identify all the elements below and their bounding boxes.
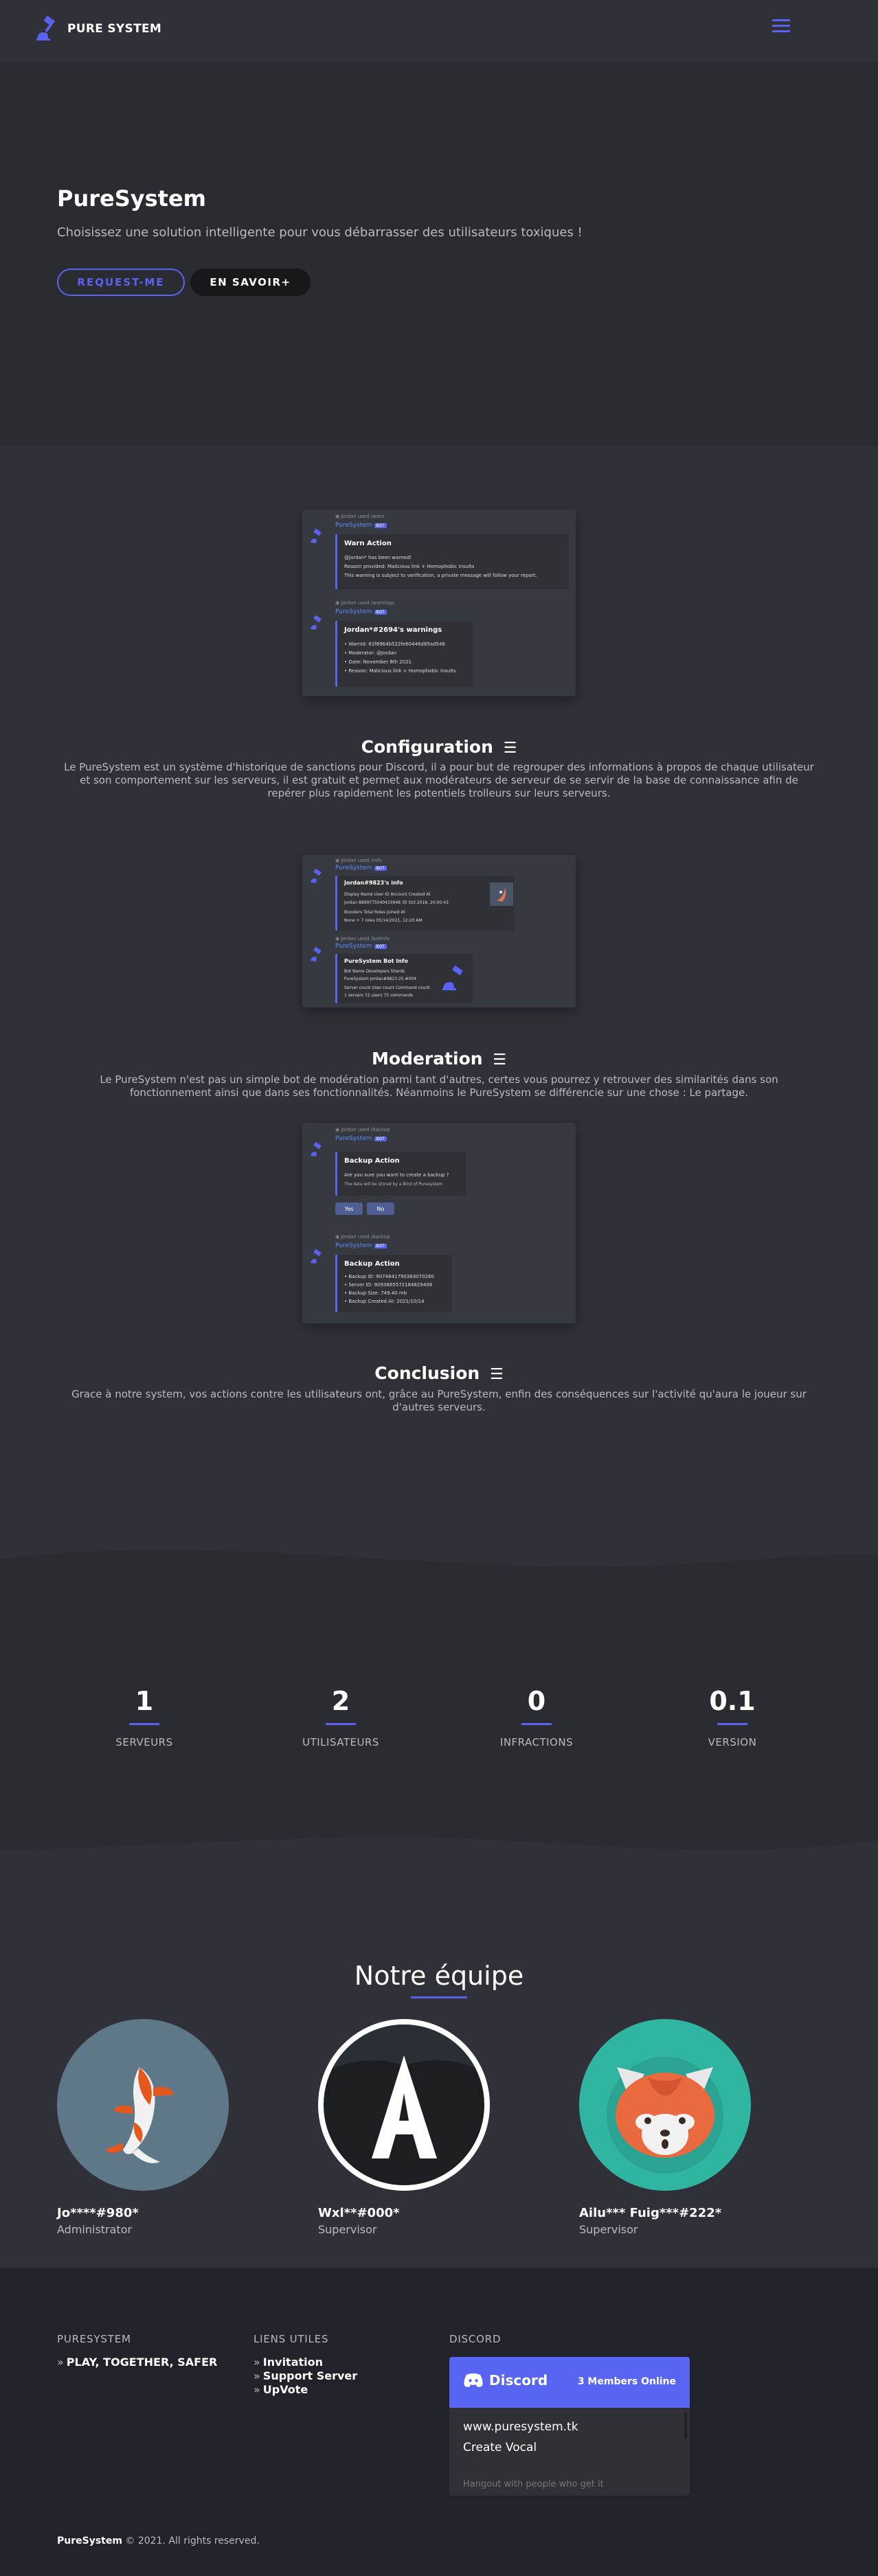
footer-link-upvote[interactable]: » UpVote (254, 2383, 308, 2396)
botinfo-embed: PureSystem Bot Info Bot Name Developers … (335, 954, 473, 1003)
backup-confirm-embed: Backup Action Are you sure you want to c… (335, 1152, 466, 1196)
avatar (57, 2019, 229, 2191)
list-icon: ☰ (503, 740, 517, 757)
widget-footer-text: Hangout with people who get it (463, 2479, 604, 2489)
copyright: PureSystem © 2021. All rights reserved. (57, 2535, 260, 2546)
members-online-count: 3 Members Online (577, 2376, 676, 2387)
member-name: Wxl**#000* (318, 2206, 400, 2220)
brand-name: PURE SYSTEM (67, 22, 162, 36)
feature-description-moderation: Le PureSystem n'est pas un simple bot de… (100, 1073, 778, 1099)
discord-icon (464, 2373, 483, 2387)
bot-avatar-icon (308, 1141, 326, 1159)
chevron-right-icon: » (57, 2356, 64, 2369)
widget-scrollbar[interactable] (684, 2412, 687, 2439)
botinfo-message: ◉ Jordan used /botinfo PureSystem BOT Pur… (308, 936, 569, 1005)
bot-avatar-icon (308, 614, 326, 632)
hamburger-icon (772, 19, 790, 21)
team-title-underline (411, 1996, 467, 1998)
member-name: Jo****#980* (57, 2206, 139, 2220)
stat-users: 2 UTILISATEURS (302, 1686, 379, 1748)
gavel-icon (36, 16, 55, 41)
widget-channel-create-vocal[interactable]: Create Vocal (463, 2441, 537, 2454)
bot-logo-icon (442, 965, 464, 990)
red-panda-avatar-icon (579, 2019, 751, 2191)
feature-description-configuration: Le PureSystem est un système d'historiqu… (64, 761, 814, 799)
team-member-card: Wxl**#000* Supervisor (318, 2019, 491, 2236)
backup-result-message: ◉ Jordan used /backup PureSystem BOT Back… (308, 1234, 569, 1317)
feature-description-conclusion: Grace à notre system, vos actions contre… (71, 1388, 807, 1413)
team-member-card: Jo****#980* Administrator (57, 2019, 230, 2236)
discord-logo[interactable]: Discord (463, 2372, 548, 2389)
footer-heading-discord: DISCORD (449, 2333, 502, 2345)
footer-heading-puresystem: PURESYSTEM (57, 2333, 131, 2345)
stat-infractions: 0 INFRACTIONS (499, 1686, 574, 1748)
bot-avatar-icon (308, 1248, 326, 1266)
info-screenshot-card: ◉ Jordan used /info PureSystem BOT Jordan… (302, 855, 576, 1007)
feature-title-conclusion: Conclusion ☰ (374, 1363, 504, 1383)
member-role: Supervisor (579, 2223, 638, 2236)
userinfo-message: ◉ Jordan used /info PureSystem BOT Jordan… (308, 858, 569, 933)
top-navbar: PURE SYSTEM (0, 0, 878, 62)
letter-a-avatar-icon (324, 2025, 484, 2185)
stats-section: 1 SERVEURS 2 UTILISATEURS 0 INFRACTIONS … (0, 1573, 878, 1834)
footer-link-invitation[interactable]: » Invitation (254, 2356, 323, 2369)
en-savoir-plus-button[interactable]: EN SAVOIR+ (190, 269, 311, 296)
stats-wave-bottom (0, 1820, 878, 1850)
feature-title-configuration: Configuration ☰ (361, 737, 517, 757)
hero-wave-divider (0, 385, 878, 433)
chevron-right-icon: » (254, 2383, 260, 2396)
backup-confirm-message: ◉ Jordan used /backup PureSystem BOT Back… (308, 1127, 569, 1230)
avatar (579, 2019, 751, 2191)
warn-screenshot-card: ◉ Jordan used /warn PureSystem BOT Warn A… (302, 510, 576, 696)
bot-avatar-icon (308, 527, 326, 545)
footer: PURESYSTEM » PLAY, TOGETHER, SAFER LIENS … (0, 2268, 878, 2576)
avatar (318, 2019, 490, 2191)
team-title: Notre équipe (354, 1961, 524, 1991)
widget-channel-website[interactable]: www.puresystem.tk (463, 2420, 578, 2434)
userinfo-embed: Jordan#9823's info Display Name User ID … (335, 876, 514, 931)
backup-screenshot-card: ◉ Jordan used /backup PureSystem BOT Back… (302, 1123, 576, 1323)
discord-widget: Discord 3 Members Online www.puresystem.… (449, 2357, 690, 2496)
hero-title: PureSystem (57, 185, 207, 212)
feature-title-moderation: Moderation ☰ (371, 1049, 507, 1069)
backup-yes-button[interactable]: Yes (335, 1202, 363, 1215)
member-name: Ailu*** Fuig***#222* (579, 2206, 722, 2220)
warn-embed: Warn Action @Jordan* has been warned! Re… (335, 534, 569, 589)
koi-fish-avatar-icon (57, 2019, 229, 2191)
member-role: Administrator (57, 2223, 133, 2236)
warn-message: ◉ Jordan used /warn PureSystem BOT Warn A… (308, 514, 569, 596)
request-me-button[interactable]: REQUEST-ME (57, 269, 185, 296)
list-icon: ☰ (493, 1051, 507, 1069)
list-icon: ☰ (489, 1366, 504, 1383)
bot-avatar-icon (308, 946, 326, 964)
stat-version: 0.1 VERSION (708, 1686, 757, 1748)
footer-tagline: » PLAY, TOGETHER, SAFER (57, 2356, 218, 2369)
footer-heading-links: LIENS UTILES (254, 2333, 329, 2345)
backup-no-button[interactable]: No (367, 1202, 394, 1215)
chevron-right-icon: » (254, 2369, 260, 2382)
bot-avatar-icon (308, 867, 326, 885)
footer-link-support-server[interactable]: » Support Server (254, 2369, 357, 2382)
stat-servers: 1 SERVEURS (115, 1686, 173, 1748)
chevron-right-icon: » (254, 2356, 260, 2369)
menu-toggle-button[interactable] (772, 19, 790, 36)
user-thumbnail-icon (490, 882, 513, 906)
warnings-message: ◉ Jordan used /warnings PureSystem BOT Jo… (308, 600, 569, 689)
hero-subtitle: Choisissez une solution intelligente pou… (57, 225, 583, 240)
backup-result-embed: Backup Action • Backup ID: 9074641790383… (335, 1255, 452, 1312)
brand-logo[interactable]: PURE SYSTEM (34, 14, 161, 44)
member-role: Supervisor (318, 2223, 377, 2236)
warnings-embed: Jordan*#2694's warnings • WarnId: 61f896… (335, 621, 473, 687)
team-member-card: Ailu*** Fuig***#222* Supervisor (579, 2019, 752, 2236)
